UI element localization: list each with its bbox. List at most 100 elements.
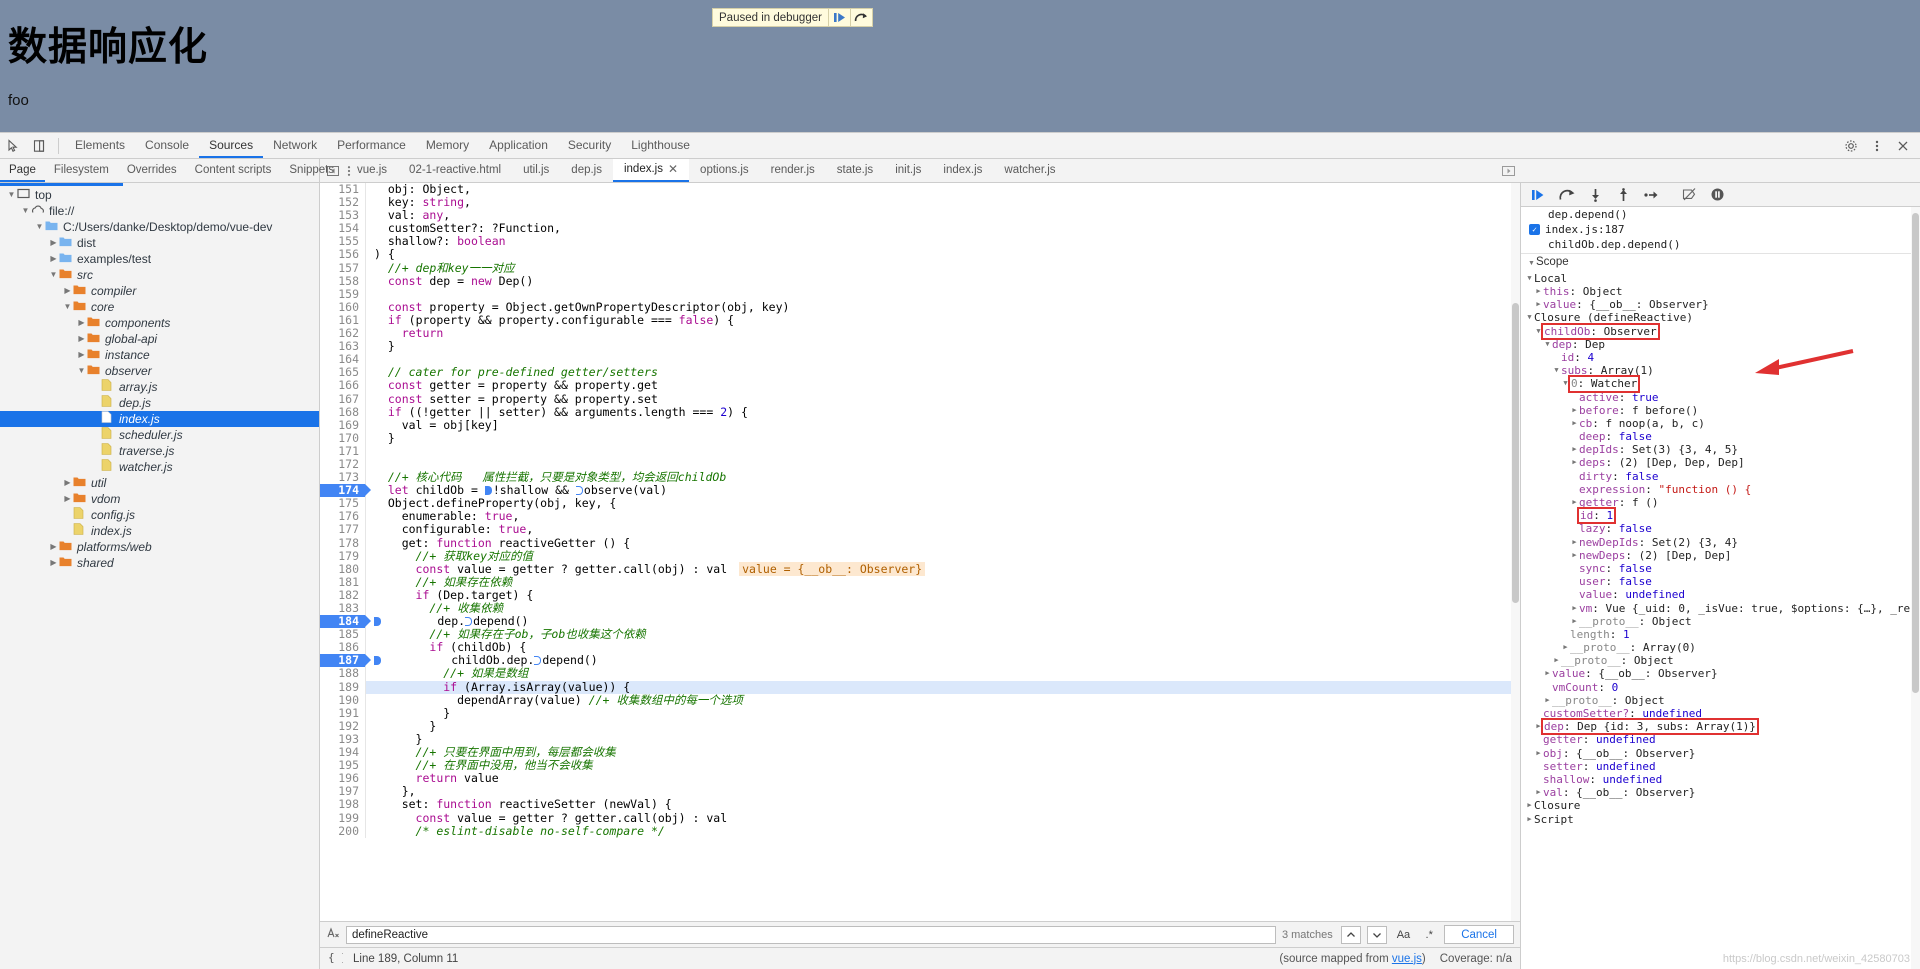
- scope-row[interactable]: ▶ val: {__ob__: Observer}: [1521, 786, 1920, 799]
- code-line[interactable]: 196 return value: [320, 772, 1520, 786]
- scope-row[interactable]: expression: "function () {: [1521, 483, 1920, 496]
- tree-item-index-js[interactable]: index.js: [0, 411, 319, 427]
- tab-network[interactable]: Network: [263, 133, 327, 158]
- scope-row[interactable]: ▼ dep: Dep: [1521, 338, 1920, 351]
- line-number[interactable]: 192: [320, 719, 366, 733]
- pretty-print-icon[interactable]: { }: [328, 951, 348, 967]
- navtab-overrides[interactable]: Overrides: [118, 159, 186, 182]
- match-case-button[interactable]: Aa: [1393, 926, 1414, 944]
- tree-item-observer[interactable]: ▼ observer: [0, 363, 319, 379]
- line-number[interactable]: 168: [320, 405, 366, 419]
- line-number[interactable]: 169: [320, 418, 366, 432]
- line-number[interactable]: 174: [320, 484, 371, 498]
- scope-row[interactable]: active: true: [1521, 391, 1920, 404]
- code-lines[interactable]: 151 obj: Object, 152 key: string, 153 val:…: [320, 183, 1520, 838]
- chevron-down-icon[interactable]: ▼: [20, 203, 31, 219]
- chevron-right-icon[interactable]: ▶: [1570, 615, 1579, 628]
- code-line[interactable]: 189 if (Array.isArray(value)) {: [320, 680, 1520, 694]
- code-line[interactable]: 188 //+ 如果是数组: [320, 667, 1520, 681]
- chevron-right-icon[interactable]: ▶: [48, 555, 59, 571]
- code-line[interactable]: 160 const property = Object.getOwnProper…: [320, 300, 1520, 314]
- tab-performance[interactable]: Performance: [327, 133, 416, 158]
- line-number[interactable]: 200: [320, 824, 366, 838]
- file-tab-state-js[interactable]: state.js: [826, 159, 884, 182]
- close-tab-icon[interactable]: ✕: [668, 158, 678, 181]
- scope-row[interactable]: ▶ value: {__ob__: Observer}: [1521, 298, 1920, 311]
- scope-row[interactable]: length: 1: [1521, 628, 1920, 641]
- tree-item-vdom[interactable]: ▶ vdom: [0, 491, 319, 507]
- code-line[interactable]: 167 const setter = property && property.…: [320, 392, 1520, 406]
- chevron-right-icon[interactable]: ▶: [1570, 417, 1579, 430]
- code-line[interactable]: 191 }: [320, 706, 1520, 720]
- navtab-page[interactable]: Page: [0, 159, 45, 182]
- tab-application[interactable]: Application: [479, 133, 558, 158]
- debugger-scrollbar-thumb[interactable]: [1912, 213, 1919, 693]
- file-tab-watcher-js[interactable]: watcher.js: [993, 159, 1066, 182]
- chevron-right-icon[interactable]: ▶: [62, 283, 73, 299]
- scope-row[interactable]: ▶ dep: Dep {id: 3, subs: Array(1)}: [1521, 718, 1920, 736]
- line-number[interactable]: 198: [320, 798, 366, 812]
- chevron-right-icon[interactable]: ▶: [1534, 786, 1543, 799]
- code-editor[interactable]: 151 obj: Object, 152 key: string, 153 val:…: [320, 183, 1520, 921]
- code-line[interactable]: 169 val = obj[key]: [320, 418, 1520, 432]
- chevron-right-icon[interactable]: ▶: [1543, 667, 1552, 680]
- chevron-right-icon[interactable]: ▶: [1570, 602, 1579, 615]
- chevron-down-icon[interactable]: ▼: [48, 267, 59, 283]
- scope-row[interactable]: ▶ newDeps: (2) [Dep, Dep]: [1521, 549, 1920, 562]
- code-line[interactable]: 181 //+ 如果存在依赖: [320, 575, 1520, 589]
- resume-button[interactable]: [1526, 184, 1552, 206]
- code-line[interactable]: 198 set: function reactiveSetter (newVal…: [320, 798, 1520, 812]
- chevron-down-icon[interactable]: ▼: [1561, 377, 1570, 390]
- tree-item-components[interactable]: ▶ components: [0, 315, 319, 331]
- scope-row[interactable]: getter: undefined: [1521, 733, 1920, 746]
- line-number[interactable]: 180: [320, 562, 366, 576]
- file-tab-render-js[interactable]: render.js: [760, 159, 826, 182]
- scroll-tabs-left-icon[interactable]: [320, 159, 346, 182]
- step-button[interactable]: [1638, 184, 1664, 206]
- tab-security[interactable]: Security: [558, 133, 621, 158]
- scope-variable-list[interactable]: ▼ Local ▶ this: Object ▶ value: {__ob__: Obse…: [1521, 272, 1920, 826]
- deactivate-breakpoints-button[interactable]: [1676, 184, 1702, 206]
- scope-row[interactable]: sync: false: [1521, 562, 1920, 575]
- chevron-right-icon[interactable]: ▶: [62, 491, 73, 507]
- scope-row[interactable]: ▶ cb: f noop(a, b, c): [1521, 417, 1920, 430]
- chevron-right-icon[interactable]: ▶: [1552, 654, 1561, 667]
- scope-row[interactable]: dirty: false: [1521, 470, 1920, 483]
- cancel-button[interactable]: Cancel: [1444, 925, 1514, 944]
- breakpoint-file-1[interactable]: index.js:187: [1521, 222, 1920, 237]
- file-tab-02-1-reactive-html[interactable]: 02-1-reactive.html: [398, 159, 512, 182]
- chevron-right-icon[interactable]: ▶: [1570, 404, 1579, 417]
- pause-on-exceptions-button[interactable]: [1704, 184, 1730, 206]
- scope-row[interactable]: ▶ before: f before(): [1521, 404, 1920, 417]
- inspect-element-icon[interactable]: [0, 134, 26, 158]
- navtab-content-scripts[interactable]: Content scripts: [186, 159, 281, 182]
- resume-script-icon[interactable]: [829, 12, 850, 23]
- chevron-right-icon[interactable]: ▶: [1534, 720, 1543, 733]
- scope-row[interactable]: id: 1: [1521, 507, 1920, 525]
- line-number[interactable]: 158: [320, 274, 366, 288]
- line-number[interactable]: 159: [320, 287, 366, 301]
- tree-item-array-js[interactable]: array.js: [0, 379, 319, 395]
- regex-button[interactable]: .*: [1420, 926, 1438, 944]
- scope-row[interactable]: value: undefined: [1521, 588, 1920, 601]
- editor-scrollbar-thumb[interactable]: [1512, 303, 1519, 603]
- scope-row[interactable]: ▶ __proto__: Array(0): [1521, 641, 1920, 654]
- chevron-down-icon[interactable]: ▼: [1525, 311, 1534, 324]
- chevron-right-icon[interactable]: ▶: [48, 235, 59, 251]
- line-number[interactable]: 188: [320, 667, 366, 681]
- navtab-filesystem[interactable]: Filesystem: [45, 159, 118, 182]
- line-number[interactable]: 189: [320, 680, 366, 694]
- tab-elements[interactable]: Elements: [65, 133, 135, 158]
- tree-item-dep-js[interactable]: dep.js: [0, 395, 319, 411]
- chevron-up-icon[interactable]: [1340, 925, 1361, 944]
- chevron-right-icon[interactable]: ▶: [1570, 536, 1579, 549]
- tree-item-shared[interactable]: ▶ shared: [0, 555, 319, 571]
- scope-row[interactable]: ▶ Script: [1521, 813, 1920, 826]
- chevron-down-icon[interactable]: ▼: [62, 299, 73, 315]
- tree-item-top[interactable]: ▼ top: [0, 187, 319, 203]
- line-number[interactable]: 160: [320, 300, 366, 314]
- chevron-right-icon[interactable]: ▶: [1543, 694, 1552, 707]
- file-tab-index-js-active[interactable]: index.js ✕: [612, 158, 690, 182]
- file-tab-init-js[interactable]: init.js: [884, 159, 932, 182]
- tree-item-compiler[interactable]: ▶ compiler: [0, 283, 319, 299]
